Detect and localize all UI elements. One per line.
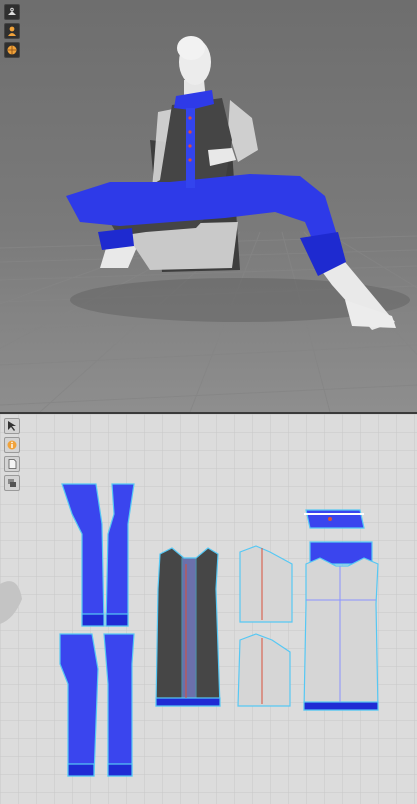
avatar-hair xyxy=(177,36,205,60)
sheet-icon[interactable] xyxy=(4,456,20,472)
texture-ball-icon[interactable] xyxy=(4,42,20,58)
3d-toolbar xyxy=(4,4,20,58)
garment-placket xyxy=(186,108,195,188)
pattern-tunic-front[interactable] xyxy=(155,547,221,707)
hanger-icon[interactable] xyxy=(4,4,20,20)
2d-pattern-viewport[interactable] xyxy=(0,414,417,804)
2d-toolbar xyxy=(4,418,20,491)
avatar-icon[interactable] xyxy=(4,23,20,39)
info-icon[interactable] xyxy=(4,437,20,453)
pattern-collar-band[interactable] xyxy=(304,509,365,529)
pattern-tunic-back[interactable] xyxy=(303,557,379,711)
3d-viewport[interactable] xyxy=(0,0,417,412)
2d-scene[interactable] xyxy=(0,414,417,804)
select-arrow-icon[interactable] xyxy=(4,418,20,434)
layers-icon[interactable] xyxy=(4,475,20,491)
3d-scene[interactable] xyxy=(0,0,417,412)
